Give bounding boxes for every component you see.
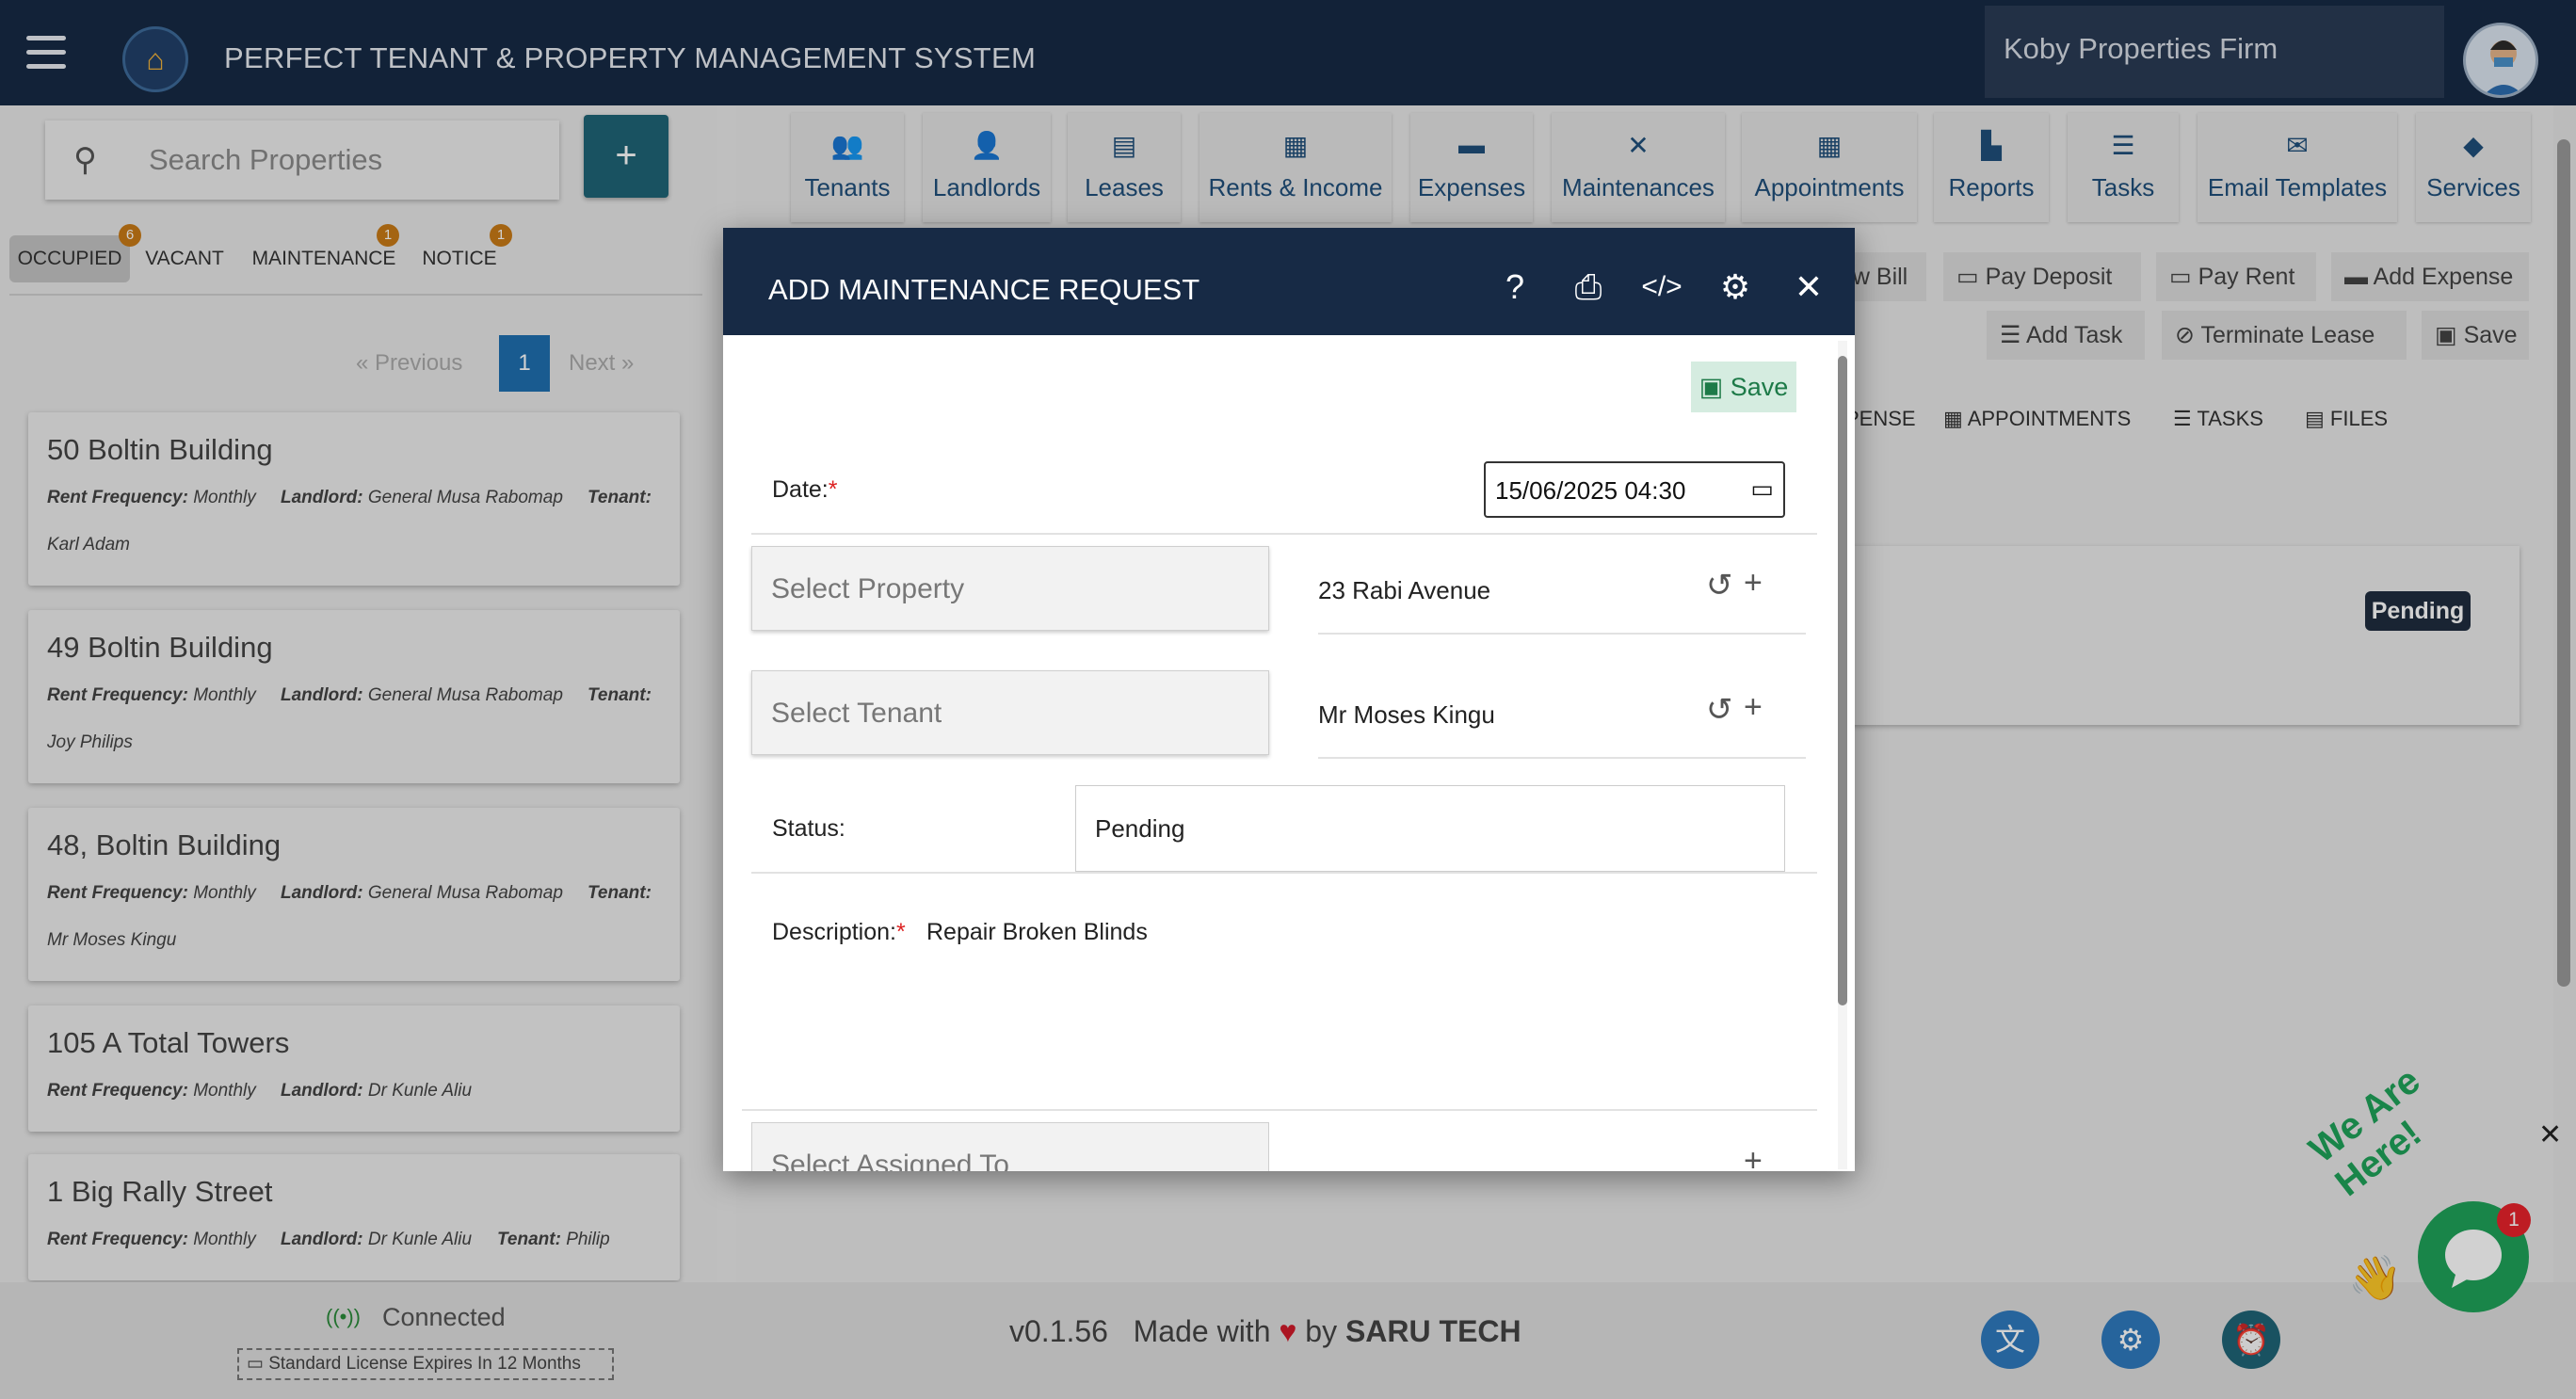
modal-title: ADD MAINTENANCE REQUEST xyxy=(768,273,1200,306)
close-icon[interactable]: ✕ xyxy=(1785,264,1832,311)
property-select[interactable]: Select Property xyxy=(751,546,1269,631)
status-input[interactable]: Pending xyxy=(1075,785,1785,872)
save-icon: ▣ xyxy=(1699,373,1731,401)
code-icon[interactable]: </> xyxy=(1638,264,1685,311)
assigned-to-select[interactable]: Select Assigned To xyxy=(751,1122,1269,1171)
reset-icon[interactable]: ↺ xyxy=(1706,567,1733,604)
save-button[interactable]: ▣ Save xyxy=(1691,362,1796,412)
assigned-to-select-wrapper: Select Assigned To xyxy=(751,1122,1269,1171)
date-label: Date:* xyxy=(772,476,838,503)
description-label: Description:* xyxy=(772,919,906,945)
help-icon[interactable]: ? xyxy=(1491,264,1538,311)
plus-icon[interactable]: + xyxy=(1744,565,1763,602)
print-icon[interactable]: ⎙ xyxy=(1565,264,1612,311)
tenant-value: Mr Moses Kingu xyxy=(1318,700,1495,729)
status-label: Status: xyxy=(772,815,845,842)
plus-icon[interactable]: + xyxy=(1744,689,1763,726)
modal-scrollbar-thumb[interactable] xyxy=(1838,356,1847,1005)
tenant-select[interactable]: Select Tenant xyxy=(751,670,1269,755)
plus-icon[interactable]: + xyxy=(1744,1143,1763,1171)
reset-icon[interactable]: ↺ xyxy=(1706,691,1733,729)
date-input[interactable]: 15/06/2025 04:30 ▭ xyxy=(1484,461,1785,518)
calendar-icon: ▭ xyxy=(1750,474,1774,503)
property-value: 23 Rabi Avenue xyxy=(1318,576,1491,604)
description-input[interactable]: Repair Broken Blinds xyxy=(926,919,1148,946)
gear-icon[interactable]: ⚙ xyxy=(1712,264,1759,311)
